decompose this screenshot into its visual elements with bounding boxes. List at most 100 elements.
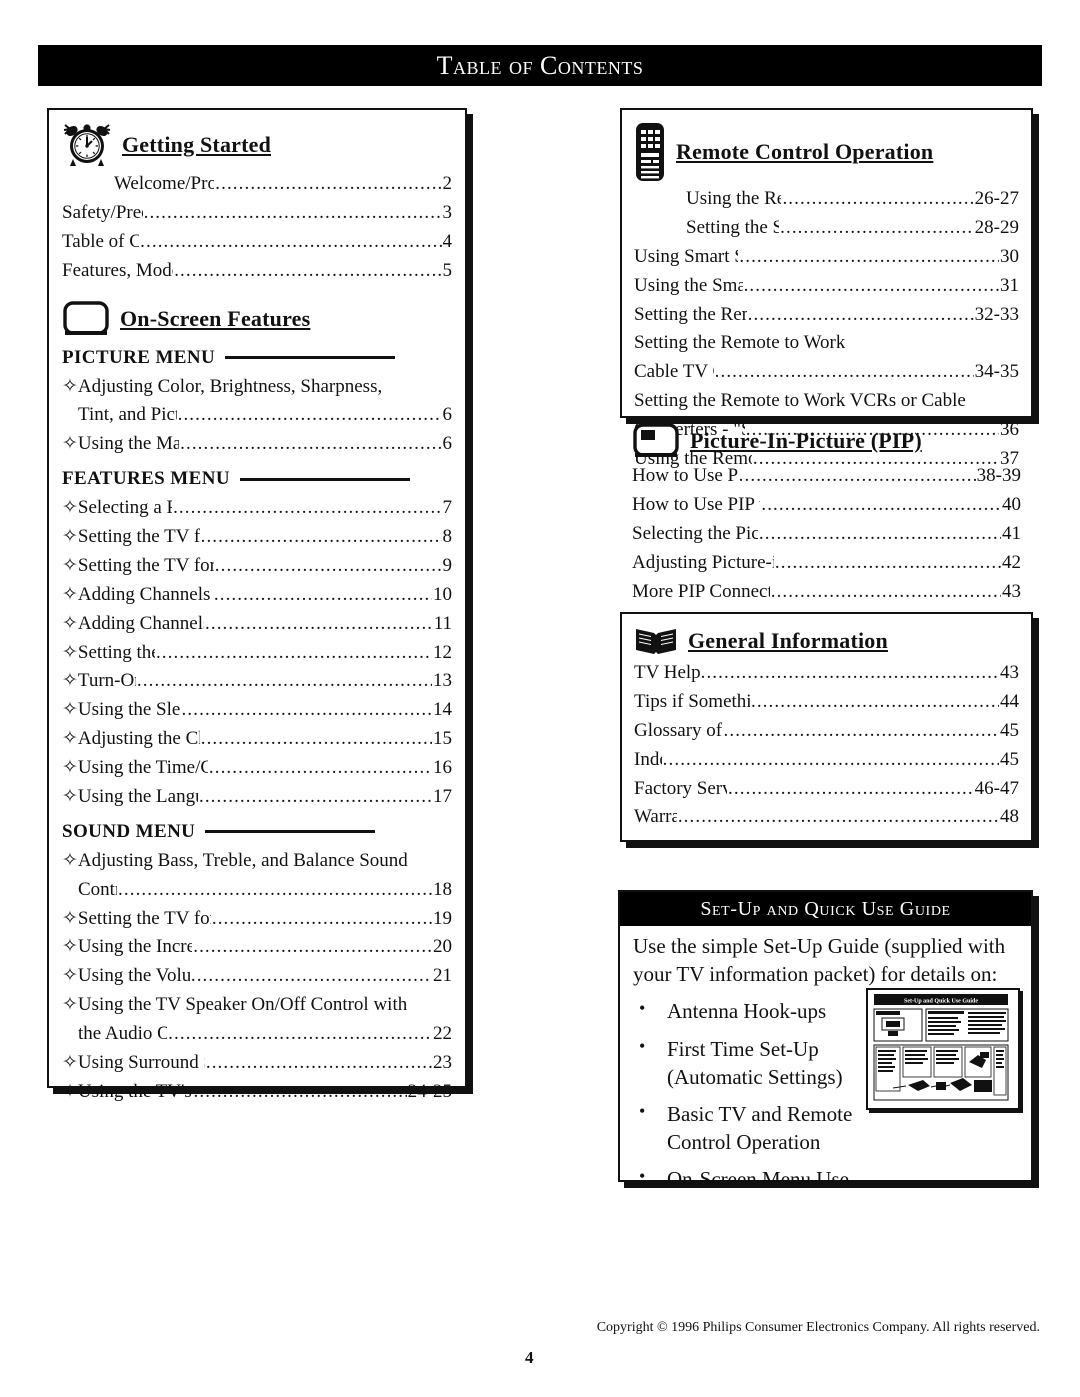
toc-entry[interactable]: ✧Using the Volume Display Control.......…	[62, 962, 452, 991]
toc-entry[interactable]: TV Help Menu............................…	[634, 659, 1019, 688]
section-header-pip: Picture-In-Picture (PIP)	[632, 422, 1021, 460]
setup-guide-bullet: First Time Set-Up (Automatic Settings)	[633, 1034, 902, 1091]
toc-entry[interactable]: Setting the Remote to Work	[634, 329, 1019, 358]
toc-entry[interactable]: ✧Using the Sleep Timer Control..........…	[62, 696, 452, 725]
toc-entry[interactable]: ✧Using the Incredible Stereo Control....…	[62, 933, 452, 962]
toc-entry-label: ✧Setting the TV for Stereo and SAP Progr…	[62, 907, 211, 929]
setup-guide-banner: Set-Up and Quick Use Guide	[620, 892, 1031, 926]
toc-entry-label: ✧Adding Channels in Memory (Automaticall…	[62, 583, 213, 605]
toc-entry[interactable]: Using Smart Sound Control...............…	[634, 243, 1019, 272]
toc-entry-label: Controls	[78, 878, 117, 900]
toc-leader-dots: ........................................…	[750, 690, 999, 712]
svg-text:Set-Up and Quick Use Guide: Set-Up and Quick Use Guide	[904, 999, 978, 1005]
toc-entry[interactable]: ✧Setting the TV Clock...................…	[62, 639, 452, 668]
toc-entry[interactable]: Cable TV Converters.....................…	[634, 358, 1019, 387]
toc-entry-label: Adjusting Picture-in-Picture Color and T…	[632, 551, 774, 573]
toc-entry[interactable]: How to Use PIP (Connections)............…	[632, 462, 1021, 491]
toc-entry-page: 22	[433, 1023, 452, 1044]
toc-entry[interactable]: ✧Turn-On Timer..........................…	[62, 667, 452, 696]
toc-entry[interactable]: the Audio Output Jacks..................…	[62, 1020, 452, 1049]
toc-leader-dots: ........................................…	[213, 583, 432, 605]
toc-entry-label: Setting the Remote to Work	[634, 332, 846, 354]
toc-entry[interactable]: ✧Using the TV's Audio/Video Input Jacks.…	[62, 1078, 452, 1107]
toc-entry[interactable]: Glossary of TV Terms....................…	[634, 717, 1019, 746]
toc-entry[interactable]: Table of Contents.......................…	[62, 228, 452, 257]
toc-entry[interactable]: Safety/Precautions......................…	[62, 199, 452, 228]
toc-entry-label: ✧Using the TV Speaker On/Off Control wit…	[62, 994, 408, 1016]
setup-guide-box: Set-Up and Quick Use Guide Use the simpl…	[618, 890, 1033, 1191]
toc-leader-dots: ........................................…	[193, 936, 432, 958]
toc-entry[interactable]: Controls................................…	[62, 876, 452, 905]
toc-entry-page: 6	[442, 433, 453, 455]
toc-entry[interactable]: ✧Adjusting Bass, Treble, and Balance Sou…	[62, 847, 452, 876]
remote-control-icon	[634, 121, 666, 183]
page-banner: Table of Contents	[38, 45, 1042, 86]
submenu-label: FEATURES MENU	[62, 468, 230, 490]
toc-entry-page: 23	[433, 1051, 452, 1073]
toc-entry[interactable]: ✧Using the Language Selection Control...…	[62, 783, 452, 812]
toc-entry[interactable]: ✧Adding Channels in Memory (Manually)...…	[62, 610, 452, 639]
toc-entry[interactable]: Warranty................................…	[634, 803, 1019, 832]
toc-entry-page: 43	[1002, 580, 1021, 602]
toc-entry[interactable]: ✧Adding Channels in Memory (Automaticall…	[62, 581, 452, 610]
toc-leader-dots: ........................................…	[143, 201, 442, 223]
toc-leader-dots: ........................................…	[780, 216, 974, 238]
toc-leader-dots: ........................................…	[782, 188, 974, 209]
submenu-header: PICTURE MENU	[62, 347, 452, 369]
toc-leader-dots: ........................................…	[173, 497, 441, 519]
toc-leader-dots: ........................................…	[118, 878, 432, 900]
toc-entry-label: Table of Contents	[62, 230, 140, 252]
toc-entry[interactable]: Setting the Smart Picture Control.......…	[634, 214, 1019, 243]
toc-entry[interactable]: How to Use PIP with the TV Remote.......…	[632, 491, 1021, 520]
toc-leader-dots: ........................................…	[168, 1023, 432, 1044]
toc-leader-dots: ........................................…	[761, 493, 1001, 515]
toc-entry[interactable]: ✧Setting the TV for Closed Captioning...…	[62, 523, 452, 552]
toc-entry[interactable]: ✧Setting the TV for Cable or Antenna Sig…	[62, 552, 452, 581]
toc-entry-label: ✧Using the Volume Display Control	[62, 965, 190, 987]
toc-entry[interactable]: Tips if Something Isn’t Working.........…	[634, 688, 1019, 717]
toc-entry[interactable]: ✧Adjusting the Channel Display Control..…	[62, 725, 452, 754]
toc-entry-label: Setting the Remote to Work VCRs or Cable	[634, 390, 966, 412]
toc-entry[interactable]: ✧Adjusting Color, Brightness, Sharpness,	[62, 373, 452, 402]
toc-entry[interactable]: Index...................................…	[634, 746, 1019, 775]
toc-entry-page: 26-27	[974, 188, 1019, 209]
section-title-pip: Picture-In-Picture (PIP)	[690, 428, 922, 453]
toc-entry[interactable]: ✧Using the Magnavue Feature.............…	[62, 430, 452, 459]
toc-entry[interactable]: Selecting the Picture Source for PIP....…	[632, 520, 1021, 549]
toc-entry-page: 42	[1002, 551, 1021, 573]
toc-entry[interactable]: ✧Selecting a Picture Source.............…	[62, 494, 452, 523]
alarm-clock-icon	[62, 122, 112, 168]
toc-entry[interactable]: Tint, and Picture Controls..............…	[62, 401, 452, 430]
toc-entry[interactable]: Factory Service Locations...............…	[634, 775, 1019, 804]
toc-leader-dots: ........................................…	[193, 1080, 407, 1102]
toc-entry[interactable]: Setting the Remote to Work VCRs.........…	[634, 301, 1019, 330]
toc-leader-dots: ........................................…	[743, 274, 999, 296]
setup-guide-banner-title: Set-Up and Quick Use Guide	[700, 897, 951, 920]
section-title-remote-control: Remote Control Operation	[676, 139, 934, 164]
toc-entry[interactable]: ✧Using Surround Sound External Speakers.…	[62, 1049, 452, 1078]
toc-leader-dots: ........................................…	[211, 907, 432, 929]
toc-leader-dots: ........................................…	[738, 465, 976, 486]
toc-entry[interactable]: ✧Using the TV Speaker On/Off Control wit…	[62, 991, 452, 1020]
toc-entry-page: 6	[442, 404, 453, 426]
toc-entry[interactable]: Setting the Remote to Work VCRs or Cable	[634, 387, 1019, 416]
toc-leader-dots: ........................................…	[728, 777, 974, 799]
toc-entry[interactable]: ✧Setting the TV for Stereo and SAP Progr…	[62, 905, 452, 934]
toc-leader-dots: ........................................…	[181, 699, 432, 721]
toc-entry-page: 45	[1000, 719, 1019, 741]
toc-entry-page: 7	[442, 497, 453, 519]
toc-entry[interactable]: Adjusting Picture-in-Picture Color and T…	[632, 549, 1021, 578]
toc-entry-page: 10	[433, 583, 452, 605]
toc-entry[interactable]: Features, Model Information.............…	[62, 257, 452, 286]
pip-tv-icon	[632, 422, 680, 460]
toc-entry[interactable]: More PIP Connections (Cable Converter)..…	[632, 578, 1021, 607]
section-title-getting-started: Getting Started	[122, 132, 272, 157]
toc-entry-label: ✧Using Surround Sound External Speakers	[62, 1051, 205, 1073]
toc-leader-dots: ........................................…	[774, 551, 1001, 573]
toc-entry[interactable]: Welcome/Product Registration............…	[62, 170, 452, 199]
setup-guide-bullet: Antenna Hook-ups	[633, 996, 902, 1025]
toc-entry[interactable]: Using the Remote Locator Feature........…	[634, 185, 1019, 214]
toc-entry-label: More PIP Connections (Cable Converter)	[632, 580, 770, 602]
toc-entry[interactable]: ✧Using the Time/Channel Reminder Control…	[62, 754, 452, 783]
toc-entry[interactable]: Using the Smart Surf Control............…	[634, 272, 1019, 301]
